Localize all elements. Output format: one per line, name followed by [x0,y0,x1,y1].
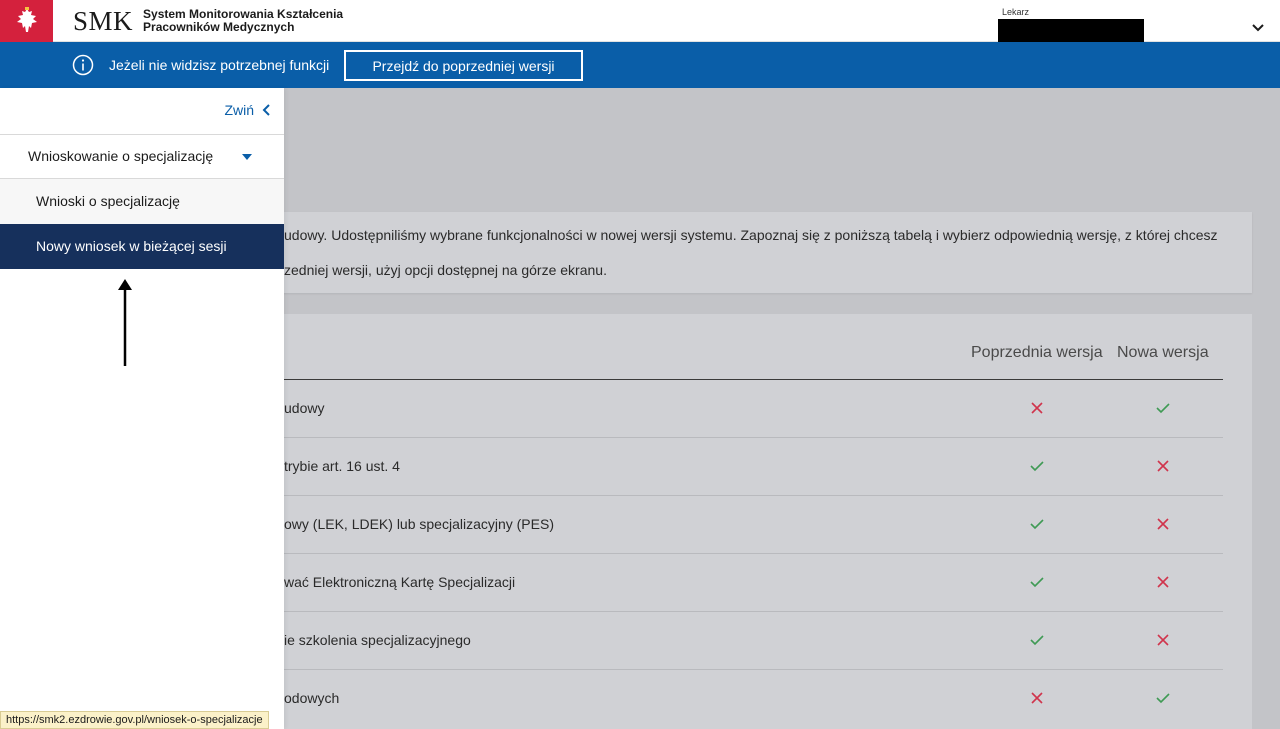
check-icon [1030,519,1044,530]
info-card: udowy. Udostępniliśmy wybrane funkcjonal… [228,212,1252,293]
sidebar-group-label: Wnioskowanie o specjalizację [28,148,214,164]
cross-icon [1031,402,1043,414]
check-icon [1030,635,1044,646]
brand-subtitle: System Monitorowania Kształcenia Pracown… [143,8,343,34]
user-name-redacted[interactable] [998,19,1144,42]
cross-icon [1157,518,1169,530]
brand-logo[interactable]: SMK System Monitorowania Kształcenia Pra… [73,6,343,36]
cross-icon [1157,460,1169,472]
brand-subtitle-line2: Pracowników Medycznych [143,20,295,34]
table-row: ie szkolenia specjalizacyjnego [284,612,1223,670]
sidebar-item-label: Wnioski o specjalizację [36,193,180,209]
chevron-down-icon[interactable] [1250,20,1266,36]
sidebar-item-label: Nowy wniosek w bieżącej sesji [36,238,227,254]
table-row: wać Elektroniczną Kartę Specjalizacji [284,554,1223,612]
status-bar-url: https://smk2.ezdrowie.gov.pl/wniosek-o-s… [0,711,269,729]
column-header-new-version: Nowa wersja [1117,344,1209,361]
collapse-sidebar-button[interactable]: Zwiń [224,102,272,118]
sidebar: Zwiń Wnioskowanie o specjalizację Wniosk… [0,88,284,729]
table-row: owy (LEK, LDEK) lub specjalizacyjny (PES… [284,496,1223,554]
row-label: ie szkolenia specjalizacyjnego [284,632,471,648]
check-icon [1030,461,1044,472]
version-info-bar: Jeżeli nie widzisz potrzebnej funkcji Pr… [0,42,1280,88]
cross-icon [1157,634,1169,646]
table-row: udowy [284,380,1223,438]
caret-down-icon [242,154,252,160]
eagle-emblem-icon [0,0,53,42]
row-label: trybie art. 16 ust. 4 [284,458,400,474]
info-text: Jeżeli nie widzisz potrzebnej funkcji [109,57,330,73]
info-card-line2: zedniej wersji, użyj opcji dostępnej na … [284,262,607,278]
check-icon [1156,403,1170,414]
brand-mark: SMK [73,6,134,36]
cross-icon [1157,576,1169,588]
row-label: wać Elektroniczną Kartę Specjalizacji [284,574,516,590]
table-row: odowych [284,670,1223,728]
info-card-line1: udowy. Udostępniliśmy wybrane funkcjonal… [284,227,1218,243]
info-icon [72,54,94,76]
check-icon [1030,577,1044,588]
go-to-previous-version-button[interactable]: Przejdź do poprzedniej wersji [344,50,583,81]
cross-icon [1031,692,1043,704]
annotation-arrow-icon [118,279,132,366]
top-header: SMK System Monitorowania Kształcenia Pra… [0,0,1280,42]
sidebar-group-specialization-request[interactable]: Wnioskowanie o specjalizację [0,135,284,179]
collapse-label: Zwiń [224,102,254,118]
row-label: udowy [284,400,325,416]
version-comparison-table: Poprzednia wersja Nowa wersja udowy tryb… [228,314,1252,729]
column-header-previous-version: Poprzednia wersja [971,344,1103,361]
brand-subtitle-line1: System Monitorowania Kształcenia [143,7,344,21]
check-icon [1156,693,1170,704]
chevron-left-icon [262,104,270,116]
sidebar-item-new-request-current-session[interactable]: Nowy wniosek w bieżącej sesji [0,224,284,269]
role-label: Lekarz [1002,7,1030,17]
row-label: odowych [284,690,340,706]
sidebar-item-specialization-requests[interactable]: Wnioski o specjalizację [0,179,284,224]
row-label: owy (LEK, LDEK) lub specjalizacyjny (PES… [284,516,554,532]
table-row: trybie art. 16 ust. 4 [284,438,1223,496]
